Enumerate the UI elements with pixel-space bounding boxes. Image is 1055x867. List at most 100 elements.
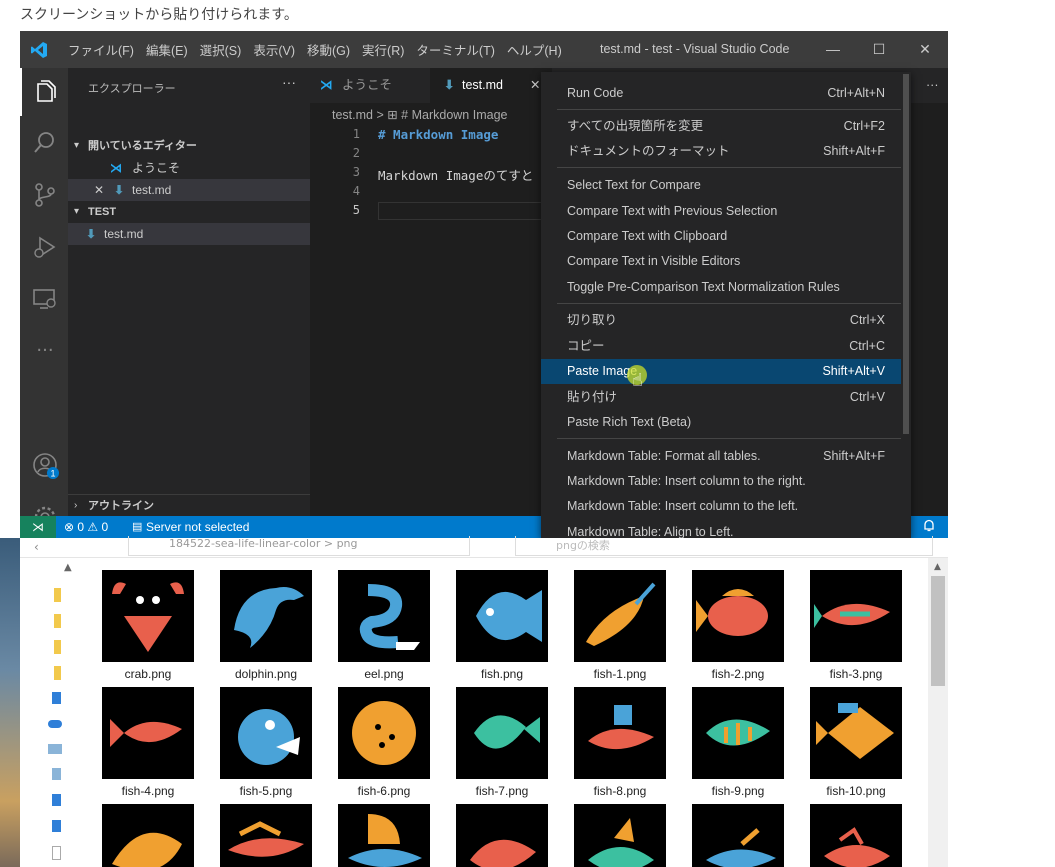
folder-icon[interactable]	[54, 666, 61, 680]
file-thumbnail[interactable]: eel.png	[338, 570, 430, 681]
file-thumbnail[interactable]	[692, 804, 784, 867]
remote-icon[interactable]: ⋊	[20, 516, 56, 538]
menu-item-compare-clipboard[interactable]: Compare Text with Clipboard	[541, 224, 901, 249]
menu-item-paste-image[interactable]: Paste Image Shift+Alt+V	[541, 359, 901, 384]
problems-indicator[interactable]: ⊗ 0 ⚠ 0	[64, 516, 108, 538]
file-thumbnail[interactable]: fish-7.png	[456, 687, 548, 798]
menu-item-run-code[interactable]: Run Code Ctrl+Alt+N	[541, 81, 901, 106]
open-editor-testmd[interactable]: ✕ ⬇ test.md	[68, 179, 310, 201]
tab-welcome[interactable]: ⋊ ようこそ	[310, 68, 430, 103]
line-number: 1	[352, 127, 360, 141]
scroll-thumb[interactable]	[931, 576, 945, 686]
menu-file[interactable]: ファイル(F)	[62, 40, 140, 59]
file-thumbnail[interactable]: fish-1.png	[574, 570, 666, 681]
menu-item-compare-visible[interactable]: Compare Text in Visible Editors	[541, 249, 901, 274]
search-icon[interactable]	[32, 130, 58, 156]
file-thumbnail[interactable]: fish-9.png	[692, 687, 784, 798]
drive-icon[interactable]	[52, 768, 61, 780]
more-icon[interactable]: ···	[32, 338, 58, 364]
source-control-icon[interactable]	[32, 182, 58, 208]
file-thumbnail[interactable]: fish-5.png	[220, 687, 312, 798]
notifications-bell-icon[interactable]	[910, 516, 948, 538]
menu-edit[interactable]: 編集(E)	[140, 40, 194, 59]
menu-item-paste[interactable]: 貼り付け Ctrl+V	[541, 385, 901, 410]
menu-separator	[557, 109, 901, 110]
accounts-icon[interactable]: 1	[32, 452, 59, 479]
file-thumbnail[interactable]: fish-10.png	[810, 687, 902, 798]
scroll-up-icon[interactable]: ▲	[64, 562, 72, 573]
menu-item-change-all[interactable]: すべての出現箇所を変更 Ctrl+F2	[541, 114, 901, 139]
file-testmd[interactable]: ⬇ test.md	[68, 223, 310, 245]
file-thumbnail[interactable]	[810, 804, 902, 867]
file-thumbnail[interactable]: dolphin.png	[220, 570, 312, 681]
explorer-scrollbar[interactable]: ▲	[928, 558, 948, 867]
back-arrow-icon[interactable]: ‹	[34, 540, 39, 554]
monitor-icon[interactable]	[52, 692, 61, 704]
menu-run[interactable]: 実行(R)	[356, 40, 410, 59]
menu-item-table-insert-right[interactable]: Markdown Table: Insert column to the rig…	[541, 469, 901, 494]
menu-item-cut[interactable]: 切り取り Ctrl+X	[541, 308, 901, 333]
file-thumbnail[interactable]: fish-8.png	[574, 687, 666, 798]
folder-icon[interactable]	[54, 588, 61, 602]
file-thumbnail[interactable]: crab.png	[102, 570, 194, 681]
tab-testmd[interactable]: ⬇ test.md ✕	[430, 68, 552, 103]
documents-icon[interactable]	[52, 820, 61, 832]
run-debug-icon[interactable]	[32, 234, 58, 260]
menu-item-toggle-normalization[interactable]: Toggle Pre-Comparison Text Normalization…	[541, 275, 901, 300]
page-caption: スクリーンショットから貼り付けられます。	[20, 7, 298, 23]
menu-scrollbar[interactable]	[903, 74, 909, 434]
open-editors-section[interactable]: ▾ 開いているエディター	[68, 135, 310, 157]
screenshot-frame: ファイル(F) 編集(E) 選択(S) 表示(V) 移動(G) 実行(R) ター…	[20, 31, 948, 867]
menu-help[interactable]: ヘルプ(H)	[501, 40, 568, 59]
maximize-button[interactable]: ☐	[856, 31, 902, 68]
menu-item-paste-rich-text[interactable]: Paste Rich Text (Beta)	[541, 410, 901, 435]
menu-item-compare-previous[interactable]: Compare Text with Previous Selection	[541, 199, 901, 224]
search-box[interactable]: pngの検索	[515, 536, 933, 556]
sidebar-more-icon[interactable]: ···	[282, 74, 296, 90]
menu-item-format-document[interactable]: ドキュメントのフォーマット Shift+Alt+F	[541, 139, 901, 164]
close-tab-icon[interactable]: ✕	[530, 68, 540, 103]
explorer-sidebar: エクスプローラー ··· ▾ 開いているエディター ⋊ ようこそ ✕ ⬇ tes…	[68, 68, 310, 516]
file-thumbnail[interactable]	[220, 804, 312, 867]
menu-selection[interactable]: 選択(S)	[194, 40, 248, 59]
file-thumbnail[interactable]	[102, 804, 194, 867]
explorer-icon[interactable]	[32, 80, 58, 106]
menu-go[interactable]: 移動(G)	[301, 40, 356, 59]
folder-icon[interactable]	[54, 614, 61, 628]
menu-view[interactable]: 表示(V)	[247, 40, 301, 59]
close-icon[interactable]: ✕	[94, 179, 104, 201]
file-thumbnail[interactable]: fish.png	[456, 570, 548, 681]
menu-terminal[interactable]: ターミナル(T)	[410, 40, 500, 59]
menu-item-table-format[interactable]: Markdown Table: Format all tables. Shift+…	[541, 444, 901, 469]
current-line-highlight	[378, 202, 548, 220]
file-thumbnail[interactable]	[338, 804, 430, 867]
minimize-button[interactable]: —	[810, 31, 856, 68]
outline-section[interactable]: › アウトライン	[68, 494, 310, 516]
title-bar: ファイル(F) 編集(E) 選択(S) 表示(V) 移動(G) 実行(R) ター…	[20, 31, 948, 68]
menu-item-copy[interactable]: コピー Ctrl+C	[541, 334, 901, 359]
menu-item-table-insert-left[interactable]: Markdown Table: Insert column to the lef…	[541, 494, 901, 519]
breadcrumb[interactable]: test.md > ⊞ # Markdown Image	[332, 107, 507, 122]
pc-icon[interactable]	[48, 744, 62, 754]
file-thumbnail[interactable]: fish-2.png	[692, 570, 784, 681]
file-icon[interactable]	[52, 846, 61, 860]
folder-section[interactable]: ▾ TEST	[68, 201, 310, 223]
server-status[interactable]: Server not selected	[146, 516, 249, 538]
path-box[interactable]: 184522-sea-life-linear-color > png	[128, 536, 470, 556]
file-thumbnail[interactable]: fish-4.png	[102, 687, 194, 798]
folder-icon[interactable]	[54, 640, 61, 654]
file-thumbnail[interactable]	[574, 804, 666, 867]
close-window-button[interactable]: ✕	[902, 31, 948, 68]
file-thumbnail[interactable]: fish-3.png	[810, 570, 902, 681]
file-thumbnail[interactable]: fish-6.png	[338, 687, 430, 798]
remote-explorer-icon[interactable]	[32, 286, 58, 312]
desktop-background	[0, 538, 20, 867]
scroll-up-icon[interactable]: ▲	[934, 562, 941, 572]
file-thumbnail[interactable]	[456, 804, 548, 867]
onedrive-icon[interactable]	[48, 720, 62, 728]
editor-more-icon[interactable]: ···	[926, 68, 948, 103]
open-editor-welcome[interactable]: ⋊ ようこそ	[68, 157, 310, 179]
menu-item-select-compare[interactable]: Select Text for Compare	[541, 173, 901, 198]
download-icon[interactable]	[52, 794, 61, 806]
line-number: 2	[352, 146, 360, 160]
